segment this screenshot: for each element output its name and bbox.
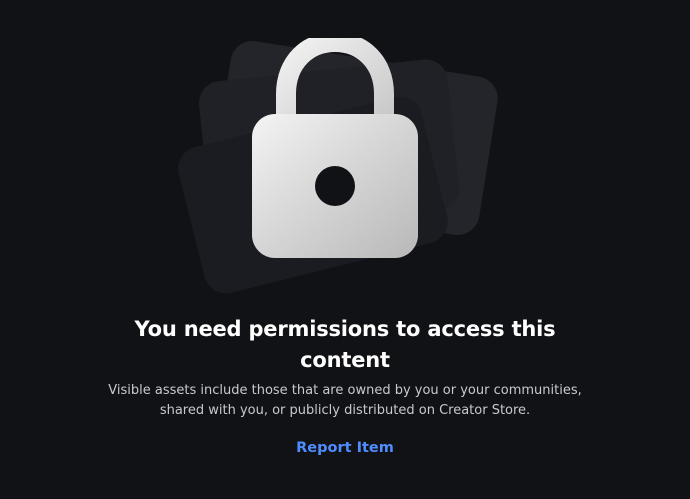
permission-empty-state: You need permissions to access this cont… [0, 0, 690, 499]
permission-description: Visible assets include those that are ow… [108, 383, 582, 418]
report-item-link[interactable]: Report Item [245, 436, 445, 460]
page-title: You need permissions to access this cont… [134, 317, 556, 372]
lock-icon [252, 38, 418, 258]
locked-content-illustration [0, 0, 690, 300]
